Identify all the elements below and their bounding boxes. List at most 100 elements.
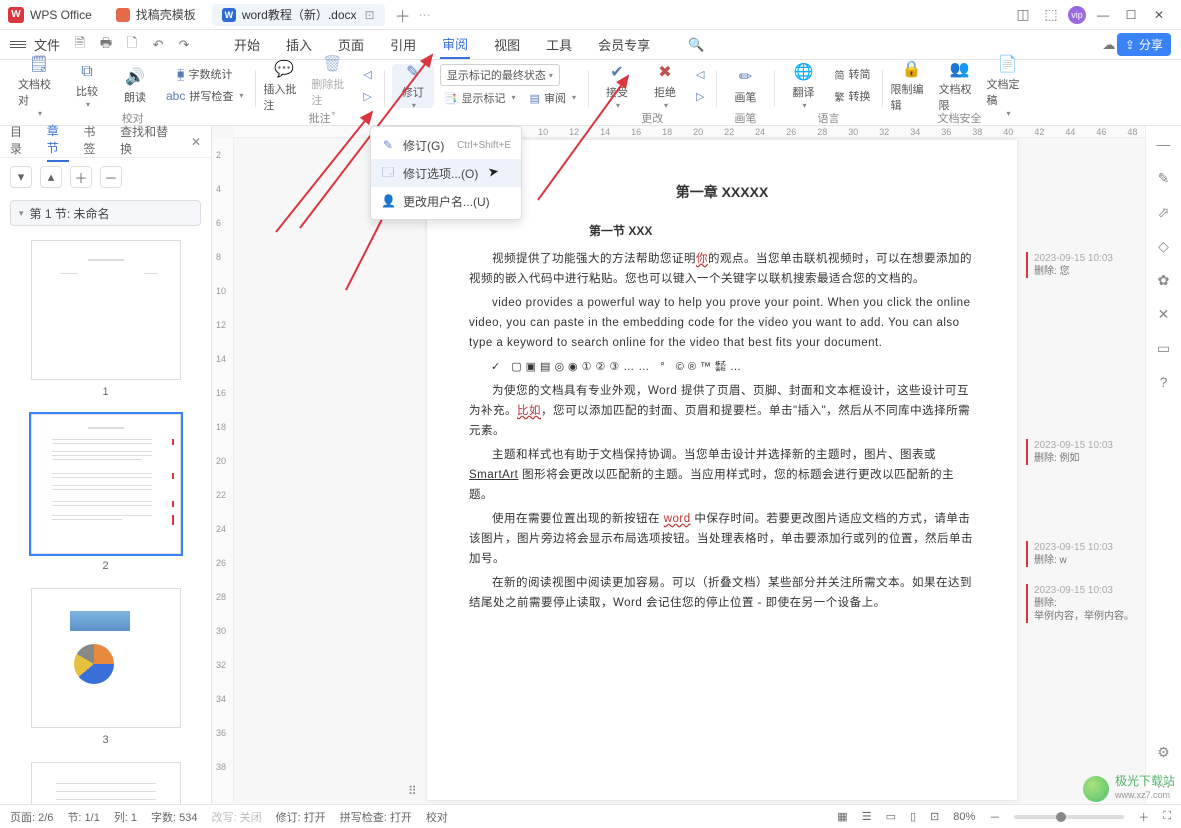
status-zoom[interactable]: 80%	[953, 811, 975, 823]
revision-callout-4[interactable]: 2023-09-15 10:03 删除: 举例内容，举例内容。	[1026, 584, 1134, 623]
status-overwrite[interactable]: 改写: 关闭	[212, 809, 262, 825]
status-spell[interactable]: 拼写检查: 打开	[340, 809, 412, 825]
ink-pen-button[interactable]: ✏画笔	[724, 64, 766, 108]
section-select[interactable]: 第 1 节: 未命名	[10, 200, 201, 226]
menu-start[interactable]: 开始	[232, 31, 262, 58]
read-aloud-button[interactable]: 🔊朗读	[114, 64, 156, 108]
accept-button[interactable]: ✔接受	[596, 64, 638, 108]
menu-review[interactable]: 审阅	[440, 30, 470, 59]
search-icon[interactable]: 🔍	[688, 37, 704, 53]
show-markup-button[interactable]: 📑显示标记	[440, 88, 520, 108]
status-column[interactable]: 列: 1	[114, 809, 137, 825]
menu-insert[interactable]: 插入	[284, 31, 314, 58]
sidebar-pen-icon[interactable]: ✎	[1154, 168, 1174, 188]
reject-button[interactable]: ✖拒绝	[644, 64, 686, 108]
redo-icon[interactable]: ↷	[176, 37, 192, 53]
status-track[interactable]: 修订: 打开	[276, 809, 326, 825]
nav-up-button[interactable]: ▴	[40, 166, 62, 188]
view-read-icon[interactable]: ▯	[910, 810, 916, 823]
sidebar-settings-icon[interactable]: ⚙	[1154, 742, 1174, 762]
tab-document[interactable]: W word教程（新）.docx ⊡	[212, 4, 385, 26]
nav-remove-button[interactable]: －	[100, 166, 122, 188]
tab-close-icon[interactable]: ⊡	[365, 8, 375, 22]
preview-icon[interactable]: 🗋	[124, 37, 140, 53]
status-words[interactable]: 字数: 534	[151, 809, 197, 825]
tab-overflow-icon[interactable]: ⋯	[419, 8, 431, 22]
thumbnail-page-4[interactable]	[31, 762, 181, 804]
view-print-icon[interactable]: ▦	[837, 810, 847, 823]
doc-proof-button[interactable]: 🗒文档校对	[18, 64, 60, 108]
menu-vip[interactable]: 会员专享	[596, 31, 652, 58]
zoom-slider[interactable]	[1014, 815, 1124, 819]
doc-finalize-button[interactable]: 📄文档定稿	[986, 64, 1028, 108]
dropdown-username-item[interactable]: 👤 更改用户名...(U)	[371, 187, 521, 215]
status-section[interactable]: 节: 1/1	[67, 809, 99, 825]
vertical-ruler[interactable]: 2468101214161820222426283032343638	[212, 138, 234, 804]
prev-comment-button[interactable]: ◁	[359, 64, 375, 84]
translate-button[interactable]: 🌐翻译	[782, 64, 824, 108]
markup-state-select[interactable]: 显示标记的最终状态	[440, 64, 560, 86]
nav-tab-toc[interactable]: 目录	[10, 123, 33, 161]
fullscreen-icon[interactable]: ⛶	[1163, 810, 1171, 823]
spellcheck-button[interactable]: abc拼写检查	[162, 86, 247, 106]
prev-change-button[interactable]: ◁	[692, 64, 708, 84]
print-icon[interactable]: 🖶	[98, 37, 114, 53]
nav-tab-find[interactable]: 查找和替换	[120, 123, 177, 161]
save-icon[interactable]: 🗎	[72, 37, 88, 53]
document-page[interactable]: 第一章 XXXXX 第一节 XXX 视频提供了功能强大的方法帮助您证明你的观点。…	[427, 140, 1017, 800]
restrict-edit-button[interactable]: 🔒限制编辑	[890, 64, 932, 108]
delete-comment-button[interactable]: 🗑删除批注	[311, 64, 353, 108]
nav-tab-bookmarks[interactable]: 书签	[83, 123, 106, 161]
wordcount-button[interactable]: ⧯字数统计	[162, 64, 247, 84]
next-change-button[interactable]: ▷	[692, 86, 708, 106]
zoom-out-button[interactable]: －	[989, 809, 1000, 825]
review-pane-button[interactable]: ▤审阅	[526, 88, 580, 108]
window-minimize-button[interactable]: —	[1089, 4, 1117, 26]
thumbnail-page-3[interactable]	[31, 588, 181, 728]
view-outline-icon[interactable]: ☰	[862, 810, 872, 823]
next-comment-button[interactable]: ▷	[359, 86, 375, 106]
revision-callout-3[interactable]: 2023-09-15 10:03 删除: w	[1026, 541, 1113, 567]
sidebar-select-icon[interactable]: ⬀	[1154, 202, 1174, 222]
status-page[interactable]: 页面: 2/6	[10, 809, 53, 825]
cube-icon[interactable]: ⬚	[1040, 4, 1062, 26]
sidebar-book-icon[interactable]: ▭	[1154, 338, 1174, 358]
convert-simple-button[interactable]: 简转简	[830, 64, 874, 84]
sidebar-tools-icon[interactable]: ✕	[1154, 304, 1174, 324]
convert-trad-button[interactable]: 繁转换	[830, 86, 874, 106]
compare-button[interactable]: ⧉比较	[66, 64, 108, 108]
doc-permission-button[interactable]: 👥文档权限	[938, 64, 980, 108]
revision-callout-2[interactable]: 2023-09-15 10:03 删除: 例如	[1026, 439, 1113, 465]
share-button[interactable]: ⇪ 分享	[1117, 33, 1171, 56]
track-changes-button[interactable]: ✎修订	[392, 64, 434, 108]
tab-templates[interactable]: 找稿壳模板	[106, 4, 206, 26]
nav-tab-sections[interactable]: 章节	[47, 122, 70, 162]
hamburger-icon[interactable]	[10, 41, 26, 48]
nav-close-icon[interactable]: ✕	[191, 135, 201, 149]
insert-comment-button[interactable]: 💬插入批注	[263, 64, 305, 108]
menu-reference[interactable]: 引用	[388, 31, 418, 58]
revision-callout-1[interactable]: 2023-09-15 10:03 删除: 您	[1026, 252, 1113, 278]
page-move-handle-icon[interactable]: ⠿	[408, 784, 417, 798]
menu-file[interactable]: 文件	[34, 35, 60, 54]
menu-view[interactable]: 视图	[492, 31, 522, 58]
status-proof[interactable]: 校对	[426, 809, 448, 825]
dropdown-track-item[interactable]: ✎ 修订(G) Ctrl+Shift+E	[371, 131, 521, 159]
user-avatar[interactable]: vip	[1068, 6, 1086, 24]
window-maximize-button[interactable]: ☐	[1117, 4, 1145, 26]
view-web-icon[interactable]: ▭	[886, 810, 896, 823]
thumbnail-page-2[interactable]	[31, 414, 181, 554]
nav-add-button[interactable]: ＋	[70, 166, 92, 188]
new-tab-button[interactable]: ＋	[391, 4, 415, 26]
sidebar-minus-icon[interactable]: —	[1154, 134, 1174, 154]
zoom-in-button[interactable]: ＋	[1138, 809, 1149, 825]
thumbnail-page-1[interactable]	[31, 240, 181, 380]
nav-expand-button[interactable]: ▾	[10, 166, 32, 188]
fit-page-icon[interactable]: ⊡	[930, 810, 939, 823]
sidebar-shape-icon[interactable]: ◇	[1154, 236, 1174, 256]
undo-icon[interactable]: ↶	[150, 37, 166, 53]
sidebar-help-icon[interactable]: ?	[1154, 372, 1174, 392]
menu-tools[interactable]: 工具	[544, 31, 574, 58]
window-close-button[interactable]: ✕	[1145, 4, 1173, 26]
reader-mode-icon[interactable]: ◫	[1012, 4, 1034, 26]
